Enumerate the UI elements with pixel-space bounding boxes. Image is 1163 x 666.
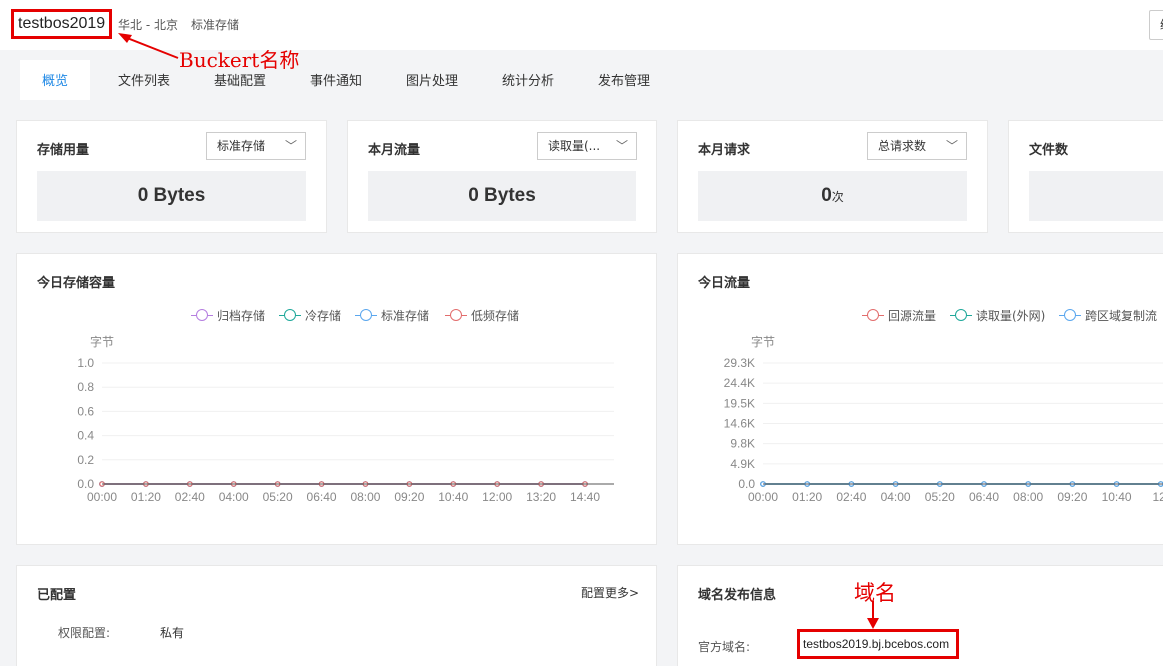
x-tick-label: 13:20	[526, 490, 556, 504]
chevron-down-icon: ﹀	[284, 139, 297, 153]
tab-statistics[interactable]: 统计分析	[488, 60, 568, 100]
x-tick-label: 00:00	[87, 490, 117, 504]
bucket-storage-class: 标准存储	[191, 18, 240, 32]
edit-button[interactable]: 编	[1149, 10, 1163, 40]
x-tick-label: 05:20	[263, 490, 293, 504]
file-count-card: 文件数 0	[1008, 120, 1163, 233]
monthly-requests-card: 本月请求 总请求数 ﹀ 0次	[677, 120, 988, 233]
y-tick-label: 19.5K	[724, 396, 755, 410]
metric-box: 0次	[698, 171, 967, 221]
y-tick-label: 4.9K	[730, 457, 755, 471]
traffic-type-select[interactable]: 读取量(... ﹀	[537, 132, 637, 160]
x-tick-label: 02:40	[836, 490, 866, 504]
x-tick-label: 12:00	[482, 490, 512, 504]
panel-title: 已配置	[37, 588, 77, 603]
y-tick-label: 0.2	[77, 453, 94, 467]
y-tick-label: 29.3K	[724, 356, 755, 370]
x-tick-label: 09:20	[1057, 490, 1087, 504]
storage-usage-card: 存储用量 标准存储 ﹀ 0 Bytes	[16, 120, 327, 233]
select-value: 读取量(...	[548, 139, 601, 153]
tab-file-list[interactable]: 文件列表	[104, 60, 184, 100]
metric-value: 0	[821, 185, 832, 206]
today-traffic-panel: 今日流量 回源流量 读取量(外网) 跨区域复制流 字节 0.0 4.9K 9.8K 14…	[677, 253, 1163, 545]
y-tick-label: 14.6K	[724, 417, 755, 431]
card-title: 本月请求	[698, 143, 751, 158]
x-tick-label: 08:00	[1013, 490, 1043, 504]
chevron-down-icon: ﹀	[945, 139, 958, 153]
storage-class-select[interactable]: 标准存储 ﹀	[206, 132, 306, 160]
card-title: 文件数	[1029, 143, 1069, 158]
x-tick-label: 04:00	[219, 490, 249, 504]
select-value: 总请求数	[878, 139, 927, 153]
x-tick-label: 00:00	[748, 490, 778, 504]
card-title: 本月流量	[368, 143, 421, 158]
official-domain-value[interactable]: testbos2019.bj.bcebos.com	[797, 629, 959, 659]
metric-box: 0 Bytes	[368, 171, 636, 221]
y-tick-label: 1.0	[77, 356, 94, 370]
x-tick-label: 06:40	[969, 490, 999, 504]
metric-value: 0 Bytes	[137, 185, 206, 206]
y-tick-label: 0.8	[77, 380, 94, 394]
y-tick-label: 9.8K	[730, 437, 755, 451]
card-title: 存储用量	[37, 143, 90, 158]
x-tick-label: 01:20	[792, 490, 822, 504]
y-axis-unit: 字节	[90, 334, 114, 349]
x-tick-label: 04:00	[881, 490, 911, 504]
y-tick-label: 0.0	[738, 477, 755, 491]
domain-annotation-arrow-icon	[867, 601, 879, 629]
tab-overview[interactable]: 概览	[20, 60, 90, 100]
tab-publish-manage[interactable]: 发布管理	[584, 60, 664, 100]
request-type-select[interactable]: 总请求数 ﹀	[867, 132, 967, 160]
x-tick-label: 14:40	[570, 490, 600, 504]
select-value: 标准存储	[217, 139, 266, 153]
metric-unit: 次	[831, 190, 844, 204]
storage-chart: 字节 0.0 0.2 0.4 0.6 0.8 1.0 00:00 01:20 02:40 04:00…	[77, 334, 614, 504]
monthly-traffic-card: 本月流量 读取量(... ﹀ 0 Bytes	[347, 120, 657, 233]
tab-bar: 概览 文件列表 基础配置 事件通知 图片处理 统计分析 发布管理	[16, 50, 1163, 100]
metric-value: 0 Bytes	[468, 185, 536, 206]
x-tick-label: 10:40	[1102, 490, 1132, 504]
x-tick-label: 01:20	[131, 490, 161, 504]
x-tick-label: 09:20	[394, 490, 424, 504]
y-tick-label: 0.4	[77, 429, 94, 443]
traffic-chart: 字节 0.0 4.9K 9.8K 14.6K 19.5K 24.4K 29.3K 00:00 01…	[724, 334, 1163, 504]
panel-title: 域名发布信息	[698, 588, 777, 603]
metric-box: 0 Bytes	[37, 171, 306, 221]
today-storage-panel: 今日存储容量 归档存储 冷存储 标准存储 低频存储 字节 0.0 0.2 0.4 0.6…	[16, 253, 657, 545]
y-tick-label: 0.0	[77, 477, 94, 491]
y-tick-label: 0.6	[77, 404, 94, 418]
configured-panel: 已配置 配置更多> 权限配置: 私有	[16, 565, 657, 666]
tab-event-notify[interactable]: 事件通知	[296, 60, 376, 100]
tab-image-process[interactable]: 图片处理	[392, 60, 472, 100]
x-tick-label: 05:20	[925, 490, 955, 504]
x-tick-label: 06:40	[307, 490, 337, 504]
tab-basic-config[interactable]: 基础配置	[200, 60, 280, 100]
y-axis-unit: 字节	[751, 334, 775, 349]
chevron-down-icon: ﹀	[615, 139, 628, 153]
y-tick-label: 24.4K	[724, 376, 755, 390]
metric-box: 0	[1029, 171, 1163, 221]
permission-label: 权限配置:	[58, 626, 111, 640]
bucket-name: testbos2019	[11, 9, 113, 39]
x-tick-label: 10:40	[438, 490, 468, 504]
x-tick-label: 12:	[1152, 490, 1163, 504]
permission-value: 私有	[160, 626, 185, 640]
x-tick-label: 02:40	[175, 490, 205, 504]
x-tick-label: 08:00	[350, 490, 380, 504]
configure-more-link[interactable]: 配置更多>	[581, 584, 639, 601]
official-domain-label: 官方域名:	[698, 640, 751, 654]
